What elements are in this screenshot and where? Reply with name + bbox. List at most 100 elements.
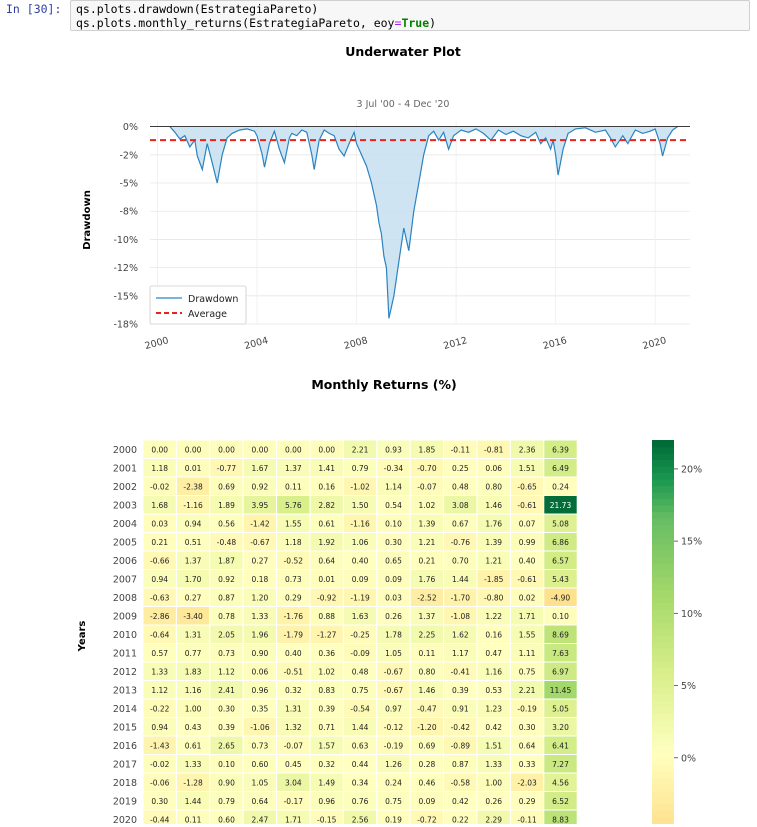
heatmap-cell-value: 0.00 [151,445,168,454]
heatmap-cell-value: 0.90 [252,649,269,658]
heatmap-cell-value: 0.61 [318,519,335,528]
heatmap-cell-value: 1.00 [485,778,502,787]
heatmap-cell-value: 0.56 [218,519,235,528]
heatmap-cell-value: 1.21 [419,538,436,547]
colorbar-segment [652,485,674,493]
heatmap-cell-value: 1.33 [185,760,202,769]
year-label: 2017 [113,759,137,770]
year-label: 2014 [113,704,137,715]
heatmap-cell-value: -0.47 [417,704,437,713]
heatmap-cell-value: -0.80 [484,593,504,602]
heatmap-cell-value: 3.20 [552,723,569,732]
colorbar-segment [652,693,674,701]
heatmap-cell-value: 6.97 [552,667,569,676]
heatmap-cell-value: 0.91 [452,704,469,713]
heatmap-cell-value: 1.06 [352,538,369,547]
heatmap-cell-value: 0.92 [252,482,269,491]
heatmap-cell-value: 0.60 [218,815,235,824]
heatmap-cell-value: -0.19 [517,704,537,713]
heatmap-cell-value: 1.63 [352,612,369,621]
colorbar-segment [652,557,674,565]
heatmap-cell-value: 0.33 [519,760,536,769]
heatmap-cell-value: 5.76 [285,501,302,510]
heatmap-cell-value: -0.72 [417,815,437,824]
heatmap-cell-value: 0.00 [218,445,235,454]
heatmap-cell-value: -1.08 [451,612,471,621]
heatmap-cell-value: 3.04 [285,778,302,787]
x-tick-label: 2000 [144,335,170,352]
heatmap-cell-value: -1.28 [183,778,203,787]
heatmap-cell-value: 1.12 [218,667,235,676]
x-tick-label: 2016 [542,335,568,352]
heatmap-cell-value: 0.83 [318,686,335,695]
colorbar-segment [652,479,674,487]
heatmap-cell-value: -0.52 [284,556,304,565]
code-line-2-text: qs.plots.monthly_returns(EstrategiaParet… [76,16,395,30]
heatmap-cell-value: 0.69 [218,482,235,491]
heatmap-cell-value: 0.79 [218,797,235,806]
heatmap-cell-value: -4.90 [551,593,571,602]
y-tick-label: -15% [113,291,138,302]
x-tick-label: 2012 [442,335,468,352]
colorbar-segment [652,810,674,818]
colorbar-segment [652,771,674,779]
code-cell-input[interactable]: qs.plots.drawdown(EstrategiaPareto) qs.p… [70,0,750,31]
heatmap-cell-value: 1.16 [185,686,202,695]
heatmap-cell-value: -1.76 [284,612,304,621]
heatmap-cell-value: -3.40 [183,612,203,621]
heatmap-cell-value: 0.54 [385,501,402,510]
colorbar-segment [652,635,674,643]
heatmap-cell-value: 0.36 [318,649,335,658]
heatmap-cell-value: 0.26 [385,612,402,621]
heatmap-cell-value: 0.01 [318,575,335,584]
heatmap-cell-value: 5.05 [552,704,569,713]
heatmap-cell-value: 6.52 [552,797,569,806]
year-label: 2010 [113,630,137,641]
heatmap-cell-value: 2.05 [218,630,235,639]
year-label: 2016 [113,741,137,752]
heatmap-cell-value: 0.07 [519,519,536,528]
colorbar-segment [652,654,674,662]
colorbar-segment [652,784,674,792]
heatmap-cell-value: 0.47 [485,649,502,658]
heatmap-cell-value: 0.51 [185,538,202,547]
heatmap-cell-value: -1.06 [250,723,270,732]
heatmap-cell-value: 2.47 [252,815,269,824]
heatmap-cell-value: -1.16 [183,501,203,510]
heatmap-cell-value: 0.27 [252,556,269,565]
heatmap-cell-value: 0.48 [352,667,369,676]
heatmap-cell-value: 0.40 [519,556,536,565]
heatmap-cell-value: 1.31 [285,704,302,713]
heatmap-cell-value: 1.22 [485,612,502,621]
year-label: 2015 [113,722,137,733]
heatmap-cell-value: 7.63 [552,649,569,658]
colorbar-segment [652,804,674,812]
heatmap-cell-value: 0.21 [151,538,168,547]
heatmap-cell-value: 0.63 [352,741,369,750]
colorbar-segment [652,446,674,454]
colorbar-segment [652,817,674,824]
heatmap-cell-value: 1.55 [519,630,536,639]
heatmap-cell-value: -0.07 [284,741,304,750]
year-label: 2007 [113,574,137,585]
heatmap-cell-value: -0.66 [150,556,170,565]
heatmap-cell-value: 0.87 [218,593,235,602]
heatmap-cell-value: 0.40 [352,556,369,565]
heatmap-cell-value: 0.26 [485,797,502,806]
heatmap-cell-value: 0.18 [252,575,269,584]
heatmap-cell-value: -1.02 [350,482,370,491]
heatmap-cell-value: 0.69 [419,741,436,750]
heatmap-cell-value: 0.80 [419,667,436,676]
colorbar-tick-label: 5% [681,681,696,692]
heatmap-cell-value: 0.67 [452,519,469,528]
heatmap-cell-value: 2.25 [419,630,436,639]
heatmap-cell-value: 0.61 [185,741,202,750]
colorbar-segment [652,758,674,766]
heatmap-cell-value: 2.21 [352,445,369,454]
heatmap-cell-value: 1.17 [452,649,469,658]
heatmap-cell-value: -0.48 [217,538,237,547]
colorbar-segment [652,576,674,584]
heatmap-cell-value: 0.39 [452,686,469,695]
heatmap-cell-value: 2.29 [485,815,502,824]
heatmap-cell-value: -0.61 [517,501,537,510]
